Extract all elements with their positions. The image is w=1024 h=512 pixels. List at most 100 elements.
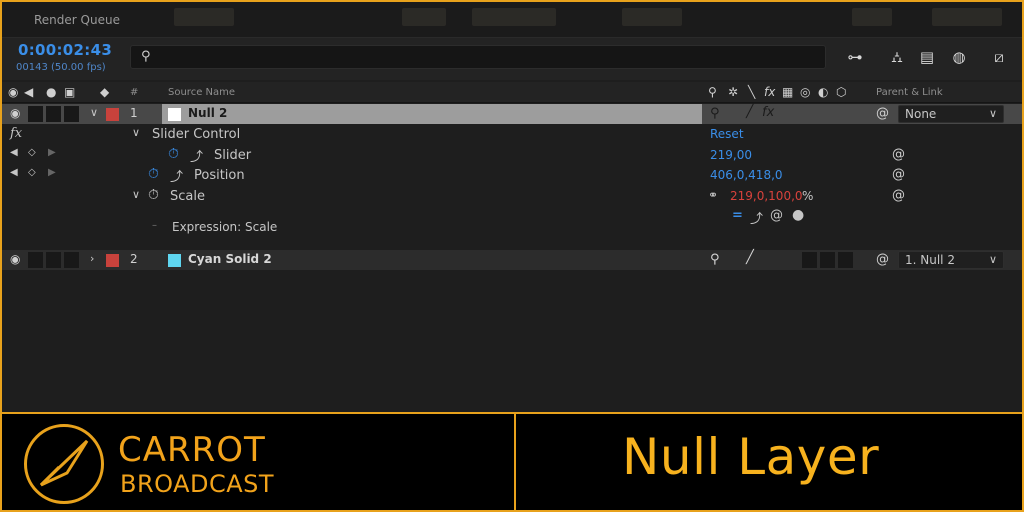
position-value[interactable]: 406,0,418,0 xyxy=(710,168,783,182)
brand-footer: CARROT BROADCAST Null Layer xyxy=(2,412,1022,510)
pick-whip-icon[interactable]: @ xyxy=(892,188,905,203)
expand-chevron-icon[interactable]: › xyxy=(90,252,94,265)
solo-toggle[interactable] xyxy=(46,252,61,268)
tab-render-queue[interactable]: Render Queue xyxy=(34,13,120,27)
brand-name-line1: CARROT xyxy=(118,430,266,470)
frame-blending-icon[interactable]: ▤ xyxy=(916,46,938,68)
pick-whip-icon[interactable]: @ xyxy=(876,252,889,267)
expand-chevron-icon[interactable]: ∨ xyxy=(90,106,98,119)
shy-layers-icon[interactable]: ⛼ xyxy=(886,46,908,68)
eye-icon[interactable]: ◉ xyxy=(10,106,20,120)
property-row-position[interactable]: ◀ ◇ ▶ ⏱ ⤴ Position 406,0,418,0 @ xyxy=(2,165,1022,185)
switch-cell[interactable] xyxy=(838,252,853,268)
switch-cell[interactable] xyxy=(802,252,817,268)
fx-label: fx xyxy=(10,126,23,141)
lock-toggle[interactable] xyxy=(64,252,79,268)
expand-chevron-icon[interactable]: ∨ xyxy=(132,188,140,201)
enable-expression-icon[interactable]: = xyxy=(732,208,743,223)
pick-whip-icon[interactable]: @ xyxy=(892,167,905,182)
quality-icon[interactable]: ╱ xyxy=(746,250,754,265)
parent-dropdown[interactable]: 1. Null 2 ∨ xyxy=(898,251,1004,269)
graph-icon[interactable]: ⤴ xyxy=(190,146,203,165)
stopwatch-icon[interactable]: ⏱ xyxy=(168,146,179,162)
layer-index: 2 xyxy=(130,252,138,266)
reset-link[interactable]: Reset xyxy=(710,127,744,141)
next-keyframe-icon[interactable]: ▶ xyxy=(48,147,56,158)
expression-graph-icon[interactable]: ⤴ xyxy=(750,208,763,227)
scale-unit: % xyxy=(802,189,814,203)
current-time-display[interactable]: 0:00:02:43 xyxy=(18,41,112,59)
stopwatch-icon[interactable]: ⏱ xyxy=(148,187,159,203)
scale-value[interactable]: 219,0,100,0 xyxy=(730,189,803,203)
search-input[interactable]: ⚲ xyxy=(130,45,826,69)
label-header-icon: ◆ xyxy=(100,85,110,99)
composition-flowchart-icon[interactable]: ⊶ xyxy=(844,46,866,68)
parent-link-header[interactable]: Parent & Link xyxy=(876,87,943,98)
motion-blur-icon[interactable]: ◍ xyxy=(948,46,970,68)
slider-value[interactable]: 219,00 xyxy=(710,148,752,162)
eye-header-icon: ◉ xyxy=(8,85,19,99)
solid-swatch xyxy=(168,254,181,267)
index-header: # xyxy=(130,87,139,98)
layer-index: 1 xyxy=(130,106,138,120)
label-color[interactable] xyxy=(106,254,119,267)
next-keyframe-icon[interactable]: ▶ xyxy=(48,167,56,178)
fx-icon[interactable]: fx xyxy=(762,105,774,120)
motion-blur-switch-icon: ◎ xyxy=(800,85,811,99)
shy-icon[interactable]: ⚲ xyxy=(710,106,720,121)
pick-whip-icon[interactable]: @ xyxy=(892,147,905,162)
graph-editor-icon[interactable]: ⧄ xyxy=(988,46,1010,68)
switch-cell[interactable] xyxy=(820,252,835,268)
audio-header-icon: ◀ xyxy=(24,85,34,99)
expand-chevron-icon[interactable]: ∨ xyxy=(132,126,140,139)
layer-name[interactable]: Cyan Solid 2 xyxy=(188,252,272,266)
carrot-logo-icon xyxy=(24,424,104,504)
prev-keyframe-icon[interactable]: ◀ xyxy=(10,167,18,178)
column-header: ◉ ◀ ● ▣ ◆ # Source Name ⚲ ✲ ╲ fx ▦ ◎ ◐ ⬡… xyxy=(2,82,1022,103)
expression-language-menu-icon[interactable]: ● xyxy=(792,207,804,223)
carrot-logo-mark xyxy=(39,439,89,487)
stopwatch-icon[interactable]: ⏱ xyxy=(148,166,159,182)
time-bar: 0:00:02:43 00143 (50.00 fps) ⚲ ⊶ ⛼ ▤ ◍ ⧄ xyxy=(2,38,1022,80)
expression-tree-line: – xyxy=(152,220,157,231)
adjustment-switch-icon: ◐ xyxy=(818,85,829,99)
eye-icon[interactable]: ◉ xyxy=(10,252,20,266)
audio-toggle[interactable] xyxy=(28,106,43,122)
label-color[interactable] xyxy=(106,108,119,121)
constrain-proportions-icon[interactable]: ⚭ xyxy=(708,188,718,202)
graph-icon[interactable]: ⤴ xyxy=(170,166,183,185)
add-keyframe-icon[interactable]: ◇ xyxy=(28,167,36,178)
shy-icon[interactable]: ⚲ xyxy=(710,252,720,267)
position-label: Position xyxy=(194,168,245,183)
brand-name-line2: BROADCAST xyxy=(120,470,275,498)
blurred-tab xyxy=(472,8,556,26)
chevron-down-icon: ∨ xyxy=(989,253,998,266)
quality-icon[interactable]: ╱ xyxy=(746,104,754,119)
blurred-tab xyxy=(852,8,892,26)
frame-blend-switch-icon: ▦ xyxy=(782,85,794,99)
prev-keyframe-icon[interactable]: ◀ xyxy=(10,147,18,158)
expression-pick-whip-icon[interactable]: @ xyxy=(770,208,783,223)
footer-divider xyxy=(514,414,516,510)
source-name-header[interactable]: Source Name xyxy=(168,87,235,98)
layer-name[interactable]: Null 2 xyxy=(188,106,227,120)
layer-row-null-2[interactable]: ◉ ∨ 1 Null 2 ⚲ ╱ fx @ None ∨ xyxy=(2,104,1022,124)
property-row-slider[interactable]: ◀ ◇ ▶ ⏱ ⤴ Slider 219,00 @ xyxy=(2,145,1022,165)
blurred-tab xyxy=(932,8,1002,26)
parent-dropdown[interactable]: None ∨ xyxy=(898,105,1004,123)
effect-row-slider-control[interactable]: fx ∨ Slider Control Reset xyxy=(2,124,1022,144)
solo-toggle[interactable] xyxy=(46,106,61,122)
after-effects-timeline-panel: Render Queue 0:00:02:43 00143 (50.00 fps… xyxy=(0,0,1024,512)
pick-whip-icon[interactable]: @ xyxy=(876,106,889,121)
parent-value: 1. Null 2 xyxy=(905,253,955,267)
tab-bar: Render Queue xyxy=(2,2,1022,38)
add-keyframe-icon[interactable]: ◇ xyxy=(28,147,36,158)
property-row-scale[interactable]: ∨ ⏱ Scale ⚭ 219,0,100,0 % @ xyxy=(2,186,1022,206)
layer-row-cyan-solid-2[interactable]: ◉ › 2 Cyan Solid 2 ⚲ ╱ @ 1. Null 2 ∨ xyxy=(2,250,1022,270)
layer-selection-bar xyxy=(162,104,702,124)
shy-switch-icon: ⚲ xyxy=(708,85,717,99)
3d-switch-icon: ⬡ xyxy=(836,85,847,99)
lock-toggle[interactable] xyxy=(64,106,79,122)
audio-toggle[interactable] xyxy=(28,252,43,268)
expression-row: – Expression: Scale = ⤴ @ ● xyxy=(2,207,1022,247)
